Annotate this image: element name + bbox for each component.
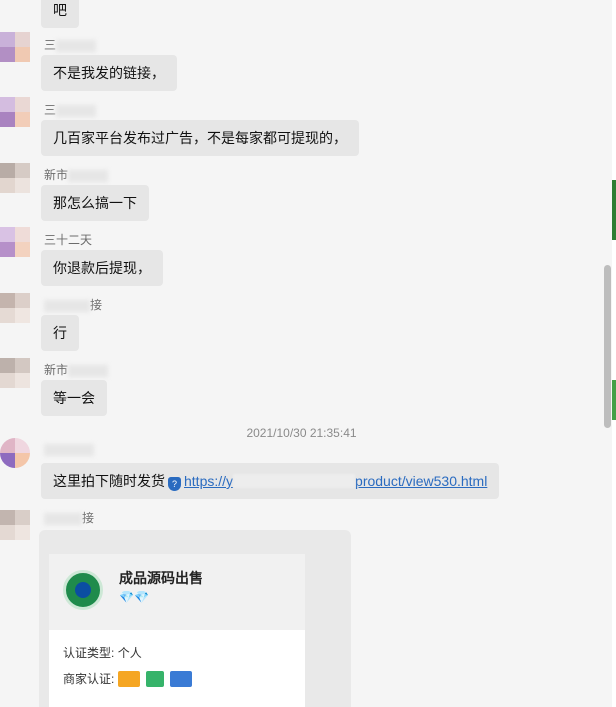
shop-card[interactable]: 成品源码出售 💎💎 认证类型: 个人 商家认证: — [39, 530, 351, 707]
sender-name — [44, 441, 94, 457]
message-text: 等一会 — [53, 390, 95, 406]
shop-title: 成品源码出售 — [119, 570, 203, 586]
merchant-cert-row: 商家认证: — [63, 670, 195, 687]
avatar[interactable] — [0, 32, 30, 62]
avatar[interactable] — [0, 358, 30, 388]
message-text: 吧 — [53, 2, 67, 18]
message-bubble[interactable]: 吧 — [41, 0, 79, 28]
message-text: 行 — [53, 325, 67, 341]
product-link[interactable]: https://y product/view530.html — [184, 473, 487, 489]
sender-name: 新市 — [44, 167, 109, 183]
sender-name: 接 — [44, 297, 102, 313]
message-bubble[interactable]: 几百家平台发布过广告，不是每家都可提现的， — [41, 120, 359, 156]
avatar[interactable] — [0, 293, 30, 323]
message-text: 不是我发的链接， — [53, 65, 165, 81]
window-edge-accent — [612, 380, 616, 420]
message-bubble[interactable]: 那怎么搞一下 — [41, 185, 149, 221]
verified-shield-icon: ? — [168, 477, 181, 491]
message-bubble[interactable]: 等一会 — [41, 380, 107, 416]
sender-name: 三 — [44, 37, 97, 53]
diamond-rank-icon: 💎💎 — [119, 590, 149, 604]
phone-verified-icon — [146, 671, 165, 687]
shop-card-details: 认证类型: 个人 商家认证: — [49, 630, 305, 707]
message-text: 几百家平台发布过广告，不是每家都可提现的， — [53, 130, 347, 146]
sender-name: 新市 — [44, 362, 109, 378]
cert-type-label: 认证类型: — [63, 646, 115, 660]
sender-name: 三十二天 — [44, 233, 93, 247]
window-edge-accent — [612, 180, 616, 240]
message-text: 你退款后提现， — [53, 260, 151, 276]
shop-logo-icon — [63, 570, 103, 610]
shop-card-header: 成品源码出售 💎💎 — [49, 554, 305, 630]
avatar[interactable] — [0, 97, 30, 127]
cert-type-row: 认证类型: 个人 — [63, 644, 142, 661]
cert-type-value: 个人 — [117, 646, 142, 660]
message-bubble[interactable]: 你退款后提现， — [41, 250, 163, 286]
scrollbar-thumb[interactable] — [604, 265, 611, 428]
message-timestamp: 2021/10/30 21:35:41 — [246, 426, 357, 440]
chat-panel: 吧 三 不是我发的链接， 三 几百家平台发布过广告，不是每家都可提现的， 新市 … — [0, 0, 603, 707]
merchant-cert-label: 商家认证: — [63, 672, 115, 686]
message-text: 这里拍下随时发货 — [53, 473, 165, 489]
avatar[interactable] — [0, 438, 30, 468]
id-verified-icon — [170, 671, 193, 687]
sender-name: 接 — [44, 510, 94, 526]
avatar[interactable] — [0, 163, 30, 193]
avatar[interactable] — [0, 510, 30, 540]
email-verified-icon — [117, 671, 140, 687]
message-text: 那怎么搞一下 — [53, 195, 137, 211]
window-edge — [612, 0, 616, 707]
message-bubble[interactable]: 行 — [41, 315, 79, 351]
message-bubble[interactable]: 不是我发的链接， — [41, 55, 177, 91]
sender-name: 三 — [44, 102, 97, 118]
avatar[interactable] — [0, 227, 30, 257]
link-message-bubble[interactable]: 这里拍下随时发货? https://y product/view530.html — [41, 463, 500, 499]
